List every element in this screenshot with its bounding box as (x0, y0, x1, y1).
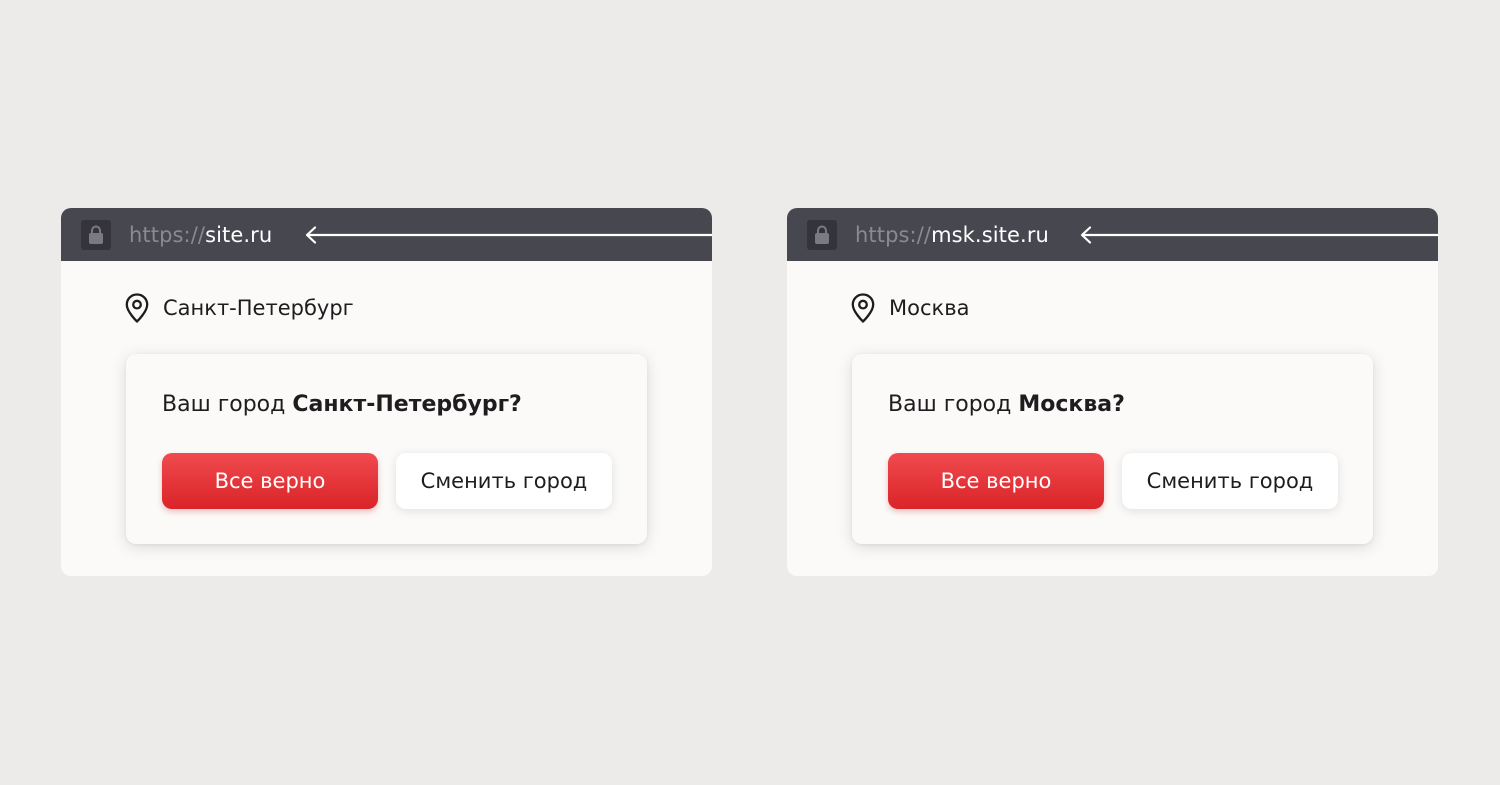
url-host: site.ru (205, 223, 273, 247)
confirm-button[interactable]: Все верно (888, 453, 1104, 509)
location-pin-icon (125, 293, 149, 323)
url-scheme: https:// (129, 223, 206, 247)
confirm-button[interactable]: Все верно (162, 453, 378, 509)
address-bar[interactable]: https://site.ru (61, 208, 712, 261)
popup-question: Ваш город Москва? (888, 390, 1125, 420)
url-scheme: https:// (855, 223, 932, 247)
change-city-button[interactable]: Сменить город (1122, 453, 1338, 509)
arrow-left-icon (1080, 226, 1438, 244)
city-confirm-popup: Ваш город Москва? Все верно Сменить горо… (852, 354, 1373, 544)
city-label: Санкт-Петербург (163, 296, 354, 320)
url-text[interactable]: https://site.ru (129, 221, 272, 249)
browser-window-msk: https://msk.site.ru Москва Ваш город Мос… (787, 208, 1438, 576)
question-prefix: Ваш город (162, 392, 293, 417)
change-city-button[interactable]: Сменить город (396, 453, 612, 509)
question-prefix: Ваш город (888, 392, 1019, 417)
location-pin-icon (851, 293, 875, 323)
question-city: Санкт-Петербург? (292, 392, 522, 417)
popup-question: Ваш город Санкт-Петербург? (162, 390, 522, 420)
url-text[interactable]: https://msk.site.ru (855, 221, 1049, 249)
question-city: Москва? (1018, 392, 1125, 417)
lock-icon (807, 220, 837, 250)
lock-icon (81, 220, 111, 250)
browser-window-spb: https://site.ru Санкт-Петербург Ваш горо… (61, 208, 712, 576)
address-bar[interactable]: https://msk.site.ru (787, 208, 1438, 261)
url-host: msk.site.ru (931, 223, 1049, 247)
city-label: Москва (889, 296, 970, 320)
arrow-left-icon (305, 226, 712, 244)
city-confirm-popup: Ваш город Санкт-Петербург? Все верно Сме… (126, 354, 647, 544)
